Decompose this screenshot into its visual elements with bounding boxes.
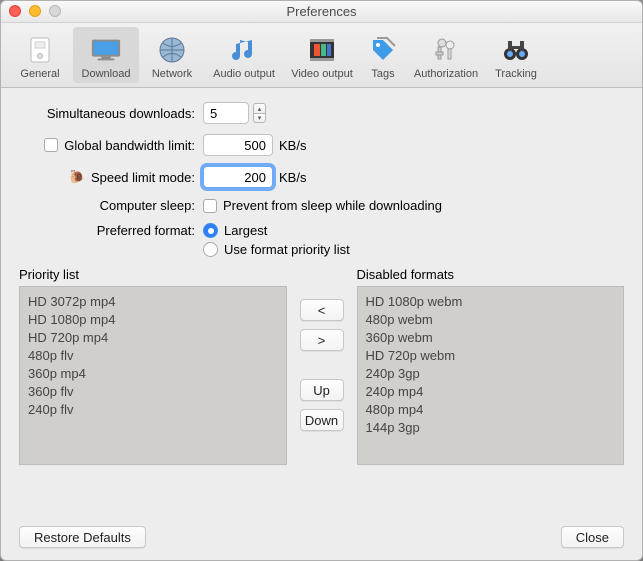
download-icon bbox=[90, 34, 122, 66]
format-priority-radio[interactable] bbox=[203, 242, 218, 257]
titlebar: Preferences bbox=[1, 1, 642, 23]
binoculars-icon bbox=[500, 34, 532, 66]
tab-label: Audio output bbox=[213, 68, 275, 80]
list-item[interactable]: 360p webm bbox=[366, 329, 616, 347]
tab-authorization[interactable]: Authorization bbox=[405, 27, 487, 83]
global-bandwidth-checkbox[interactable] bbox=[44, 138, 58, 152]
tab-label: Video output bbox=[291, 68, 353, 80]
tab-network[interactable]: Network bbox=[139, 27, 205, 83]
list-item[interactable]: 360p flv bbox=[28, 383, 278, 401]
row-computer-sleep: Computer sleep: Prevent from sleep while… bbox=[19, 198, 624, 213]
speed-limit-label: Speed limit mode: bbox=[91, 170, 195, 185]
stepper-down-icon[interactable]: ▾ bbox=[253, 113, 266, 123]
global-bandwidth-label: Global bandwidth limit: bbox=[64, 138, 195, 153]
tab-tracking[interactable]: Tracking bbox=[487, 27, 545, 83]
list-item[interactable]: HD 1080p mp4 bbox=[28, 311, 278, 329]
video-icon bbox=[306, 34, 338, 66]
computer-sleep-label: Computer sleep: bbox=[19, 198, 203, 213]
disabled-list-title: Disabled formats bbox=[357, 267, 625, 282]
format-priority-label: Use format priority list bbox=[224, 242, 350, 257]
minimize-window-icon[interactable] bbox=[29, 5, 41, 17]
priority-list-title: Priority list bbox=[19, 267, 287, 282]
speed-limit-input[interactable] bbox=[203, 166, 273, 188]
list-move-buttons: < > Up Down bbox=[299, 299, 345, 465]
preferred-format-label: Preferred format: bbox=[19, 223, 203, 238]
list-item[interactable]: HD 3072p mp4 bbox=[28, 293, 278, 311]
list-item[interactable]: 480p flv bbox=[28, 347, 278, 365]
lists-row: Priority list HD 3072p mp4HD 1080p mp4HD… bbox=[19, 267, 624, 465]
download-pane: Simultaneous downloads: ▴ ▾ Global bandw… bbox=[1, 88, 642, 475]
preferences-window: Preferences General Download Network Aud… bbox=[0, 0, 643, 561]
list-item[interactable]: HD 720p webm bbox=[366, 347, 616, 365]
disabled-listbox[interactable]: HD 1080p webm480p webm360p webmHD 720p w… bbox=[357, 286, 625, 465]
window-title: Preferences bbox=[286, 4, 356, 19]
authorization-icon bbox=[430, 34, 462, 66]
close-window-icon[interactable] bbox=[9, 5, 21, 17]
list-item[interactable]: 240p 3gp bbox=[366, 365, 616, 383]
tab-label: General bbox=[20, 68, 59, 80]
window-controls bbox=[9, 5, 61, 17]
prevent-sleep-label: Prevent from sleep while downloading bbox=[223, 198, 442, 213]
row-global-bandwidth: Global bandwidth limit: KB/s bbox=[19, 134, 624, 156]
prevent-sleep-checkbox[interactable] bbox=[203, 199, 217, 213]
close-button[interactable]: Close bbox=[561, 526, 624, 548]
simultaneous-stepper[interactable]: ▴ ▾ bbox=[253, 103, 266, 123]
unit-label: KB/s bbox=[279, 138, 306, 153]
footer: Restore Defaults Close bbox=[1, 514, 642, 560]
stepper-up-icon[interactable]: ▴ bbox=[253, 103, 266, 113]
move-right-button[interactable]: > bbox=[300, 329, 344, 351]
tab-label: Tags bbox=[371, 68, 394, 80]
restore-defaults-button[interactable]: Restore Defaults bbox=[19, 526, 146, 548]
list-item[interactable]: 144p 3gp bbox=[366, 419, 616, 437]
list-item[interactable]: HD 720p mp4 bbox=[28, 329, 278, 347]
list-item[interactable]: HD 1080p webm bbox=[366, 293, 616, 311]
simultaneous-label: Simultaneous downloads: bbox=[19, 106, 203, 121]
list-item[interactable]: 360p mp4 bbox=[28, 365, 278, 383]
move-down-button[interactable]: Down bbox=[300, 409, 344, 431]
snail-icon: 🐌 bbox=[69, 169, 85, 185]
list-item[interactable]: 240p flv bbox=[28, 401, 278, 419]
tab-audio-output[interactable]: Audio output bbox=[205, 27, 283, 83]
row-speed-limit: 🐌 Speed limit mode: KB/s bbox=[19, 166, 624, 188]
toolbar: General Download Network Audio output Vi… bbox=[1, 23, 642, 88]
network-icon bbox=[156, 34, 188, 66]
row-preferred-format-1: Preferred format: Largest bbox=[19, 223, 624, 238]
tags-icon bbox=[367, 34, 399, 66]
disabled-column: Disabled formats HD 1080p webm480p webm3… bbox=[357, 267, 625, 465]
tab-video-output[interactable]: Video output bbox=[283, 27, 361, 83]
audio-icon bbox=[228, 34, 260, 66]
tab-tags[interactable]: Tags bbox=[361, 27, 405, 83]
list-item[interactable]: 480p mp4 bbox=[366, 401, 616, 419]
tab-label: Tracking bbox=[495, 68, 537, 80]
row-simultaneous: Simultaneous downloads: ▴ ▾ bbox=[19, 102, 624, 124]
tab-label: Download bbox=[82, 68, 131, 80]
zoom-window-icon bbox=[49, 5, 61, 17]
priority-column: Priority list HD 3072p mp4HD 1080p mp4HD… bbox=[19, 267, 287, 465]
simultaneous-input[interactable] bbox=[203, 102, 249, 124]
move-left-button[interactable]: < bbox=[300, 299, 344, 321]
tab-label: Network bbox=[152, 68, 192, 80]
list-item[interactable]: 240p mp4 bbox=[366, 383, 616, 401]
unit-label: KB/s bbox=[279, 170, 306, 185]
tab-label: Authorization bbox=[414, 68, 478, 80]
row-preferred-format-2: Use format priority list bbox=[19, 242, 624, 257]
tab-general[interactable]: General bbox=[7, 27, 73, 83]
global-bandwidth-input[interactable] bbox=[203, 134, 273, 156]
list-item[interactable]: 480p webm bbox=[366, 311, 616, 329]
general-icon bbox=[24, 34, 56, 66]
format-largest-radio[interactable] bbox=[203, 223, 218, 238]
tab-download[interactable]: Download bbox=[73, 27, 139, 83]
priority-listbox[interactable]: HD 3072p mp4HD 1080p mp4HD 720p mp4480p … bbox=[19, 286, 287, 465]
move-up-button[interactable]: Up bbox=[300, 379, 344, 401]
format-largest-label: Largest bbox=[224, 223, 267, 238]
